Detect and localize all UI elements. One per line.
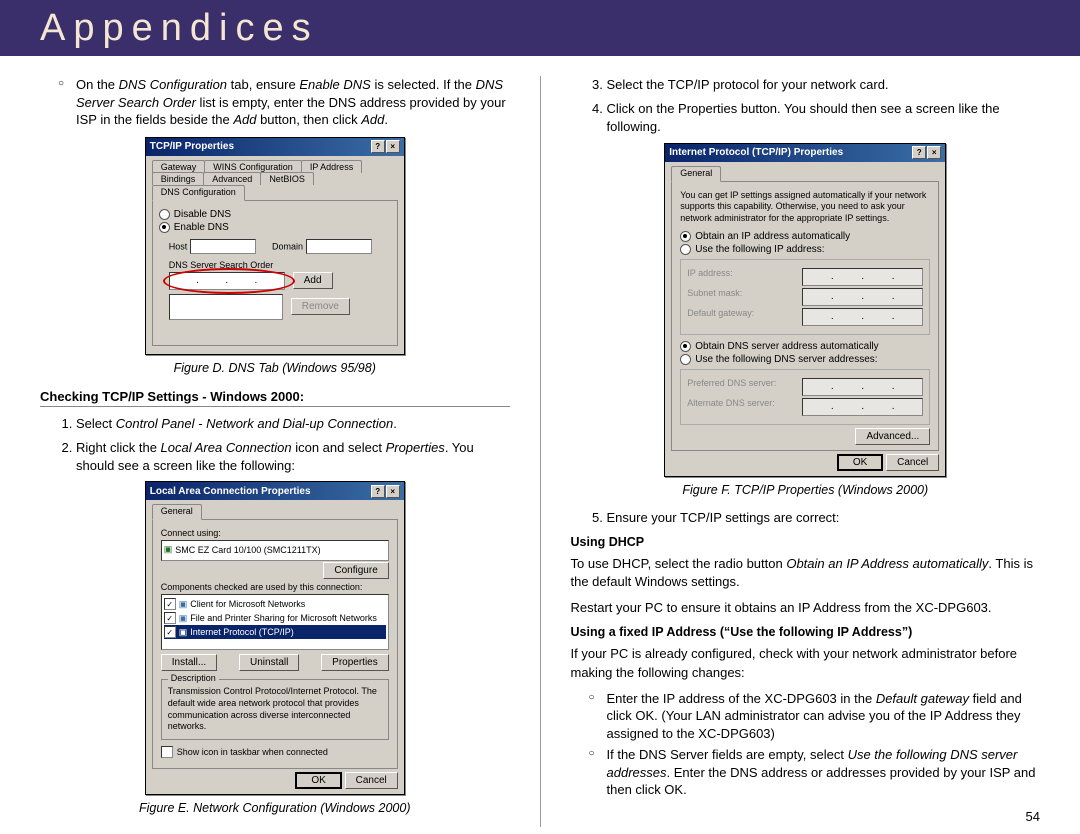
remove-button: Remove: [291, 298, 350, 315]
tab-gateway: Gateway: [152, 160, 206, 173]
dns-search-label: DNS Server Search Order: [169, 260, 391, 270]
tcpip-intro-text: You can get IP settings assigned automat…: [680, 190, 930, 225]
description-text: Transmission Control Protocol/Internet P…: [168, 686, 382, 733]
uninstall-button: Uninstall: [239, 654, 299, 671]
domain-field: [306, 239, 372, 254]
subhead-fixed-ip: Using a fixed IP Address (“Use the follo…: [571, 625, 1041, 639]
ok-button: OK: [837, 454, 883, 471]
tab-advanced: Advanced: [203, 172, 261, 185]
dhcp-paragraph-2: Restart your PC to ensure it obtains an …: [571, 599, 1041, 617]
advanced-button: Advanced...: [855, 428, 930, 445]
section-checking-tcpip: Checking TCP/IP Settings - Windows 2000:: [40, 389, 510, 407]
radio-use-ip: Use the following IP address:: [695, 244, 824, 255]
fixed-ip-bullets: Enter the IP address of the XC-DPG603 in…: [571, 690, 1041, 799]
figure-d-tabs-row1: Gateway WINS Configuration IP Address: [152, 160, 398, 173]
components-label: Components checked are used by this conn…: [161, 582, 389, 592]
steps-right: Select the TCP/IP protocol for your netw…: [571, 76, 1041, 137]
tab-bindings: Bindings: [152, 172, 205, 185]
figure-f-titlebar: Internet Protocol (TCP/IP) Properties ? …: [665, 144, 945, 162]
label-pref-dns: Preferred DNS server:: [687, 378, 776, 396]
fixed-bullet-1: Enter the IP address of the XC-DPG603 in…: [607, 690, 1041, 743]
bullet-dns-config: On the DNS Configuration tab, ensure Ena…: [76, 76, 510, 129]
help-icon: ?: [371, 485, 385, 498]
figure-d-dialog: TCP/IP Properties ? × Gateway WINS Confi…: [145, 137, 405, 355]
connect-using-label: Connect using:: [161, 528, 389, 538]
column-divider: [540, 76, 541, 827]
left-column: On the DNS Configuration tab, ensure Ena…: [40, 76, 510, 827]
figure-d-titlebar: TCP/IP Properties ? ×: [146, 138, 404, 156]
host-field: [190, 239, 256, 254]
tab-netbios: NetBIOS: [260, 172, 314, 185]
help-icon: ?: [371, 140, 385, 153]
close-icon: ×: [927, 146, 941, 159]
show-icon-checkbox-label: Show icon in taskbar when connected: [177, 747, 328, 757]
bullet-list-dns: On the DNS Configuration tab, ensure Ena…: [40, 76, 510, 129]
page-title: Appendices: [40, 7, 319, 50]
dhcp-paragraph-1: To use DHCP, select the radio button Obt…: [571, 555, 1041, 591]
label-alt-dns: Alternate DNS server:: [687, 398, 775, 416]
properties-button: Properties: [321, 654, 389, 671]
label-ip-address: IP address:: [687, 268, 732, 286]
cancel-button: Cancel: [886, 454, 939, 471]
help-icon: ?: [912, 146, 926, 159]
tab-wins: WINS Configuration: [204, 160, 302, 173]
figure-d-caption: Figure D. DNS Tab (Windows 95/98): [40, 361, 510, 375]
figure-d-title: TCP/IP Properties: [150, 141, 234, 152]
step-3: Select the TCP/IP protocol for your netw…: [607, 76, 1041, 94]
step-2: Right click the Local Area Connection ic…: [76, 439, 510, 475]
header-bar: Appendices: [0, 0, 1080, 56]
component-tcpip: Internet Protocol (TCP/IP): [190, 627, 294, 637]
figure-d-tabs-row2: Bindings Advanced NetBIOS DNS Configurat…: [152, 172, 398, 201]
component-client: Client for Microsoft Networks: [190, 599, 305, 609]
install-button: Install...: [161, 654, 217, 671]
close-icon: ×: [386, 140, 400, 153]
tab-general: General: [671, 166, 721, 182]
figure-f-title: Internet Protocol (TCP/IP) Properties: [669, 147, 843, 158]
component-fileshare: File and Printer Sharing for Microsoft N…: [190, 613, 377, 623]
steps-ensure: Ensure your TCP/IP settings are correct:: [571, 509, 1041, 527]
radio-obtain-ip-auto: Obtain an IP address automatically: [695, 231, 850, 242]
page-number: 54: [1026, 809, 1040, 824]
tab-general: General: [152, 504, 202, 520]
figure-e-caption: Figure E. Network Configuration (Windows…: [40, 801, 510, 815]
step-4: Click on the Properties button. You shou…: [607, 100, 1041, 136]
ok-button: OK: [295, 772, 341, 789]
tab-ipaddress: IP Address: [301, 160, 362, 173]
radio-obtain-dns-auto: Obtain DNS server address automatically: [695, 341, 878, 352]
figure-e-titlebar: Local Area Connection Properties ? ×: [146, 482, 404, 500]
radio-enable-dns: Enable DNS: [159, 222, 391, 233]
configure-button: Configure: [323, 562, 388, 579]
content-columns: On the DNS Configuration tab, ensure Ena…: [0, 56, 1080, 827]
step-1: Select Control Panel - Network and Dial-…: [76, 415, 510, 433]
adapter-name: SMC EZ Card 10/100 (SMC1211TX): [175, 545, 320, 555]
figure-f-caption: Figure F. TCP/IP Properties (Windows 200…: [571, 483, 1041, 497]
figure-e-dialog: Local Area Connection Properties ? × Gen…: [145, 481, 405, 795]
right-column: Select the TCP/IP protocol for your netw…: [571, 76, 1041, 827]
figure-f-dialog: Internet Protocol (TCP/IP) Properties ? …: [664, 143, 946, 477]
radio-use-dns: Use the following DNS server addresses:: [695, 354, 877, 365]
label-gateway: Default gateway:: [687, 308, 754, 326]
cancel-button: Cancel: [345, 772, 398, 789]
close-icon: ×: [386, 485, 400, 498]
radio-disable-dns: Disable DNS: [159, 209, 391, 220]
add-button: Add: [293, 272, 333, 289]
tab-dns-config: DNS Configuration: [152, 185, 245, 201]
fixed-bullet-2: If the DNS Server fields are empty, sele…: [607, 746, 1041, 799]
label-subnet: Subnet mask:: [687, 288, 742, 306]
steps-win2000: Select Control Panel - Network and Dial-…: [40, 415, 510, 476]
fixed-ip-intro: If your PC is already configured, check …: [571, 645, 1041, 681]
step-5: Ensure your TCP/IP settings are correct:: [607, 509, 1041, 527]
description-label: Description: [168, 673, 219, 683]
subhead-using-dhcp: Using DHCP: [571, 535, 1041, 549]
figure-e-title: Local Area Connection Properties: [150, 486, 311, 497]
